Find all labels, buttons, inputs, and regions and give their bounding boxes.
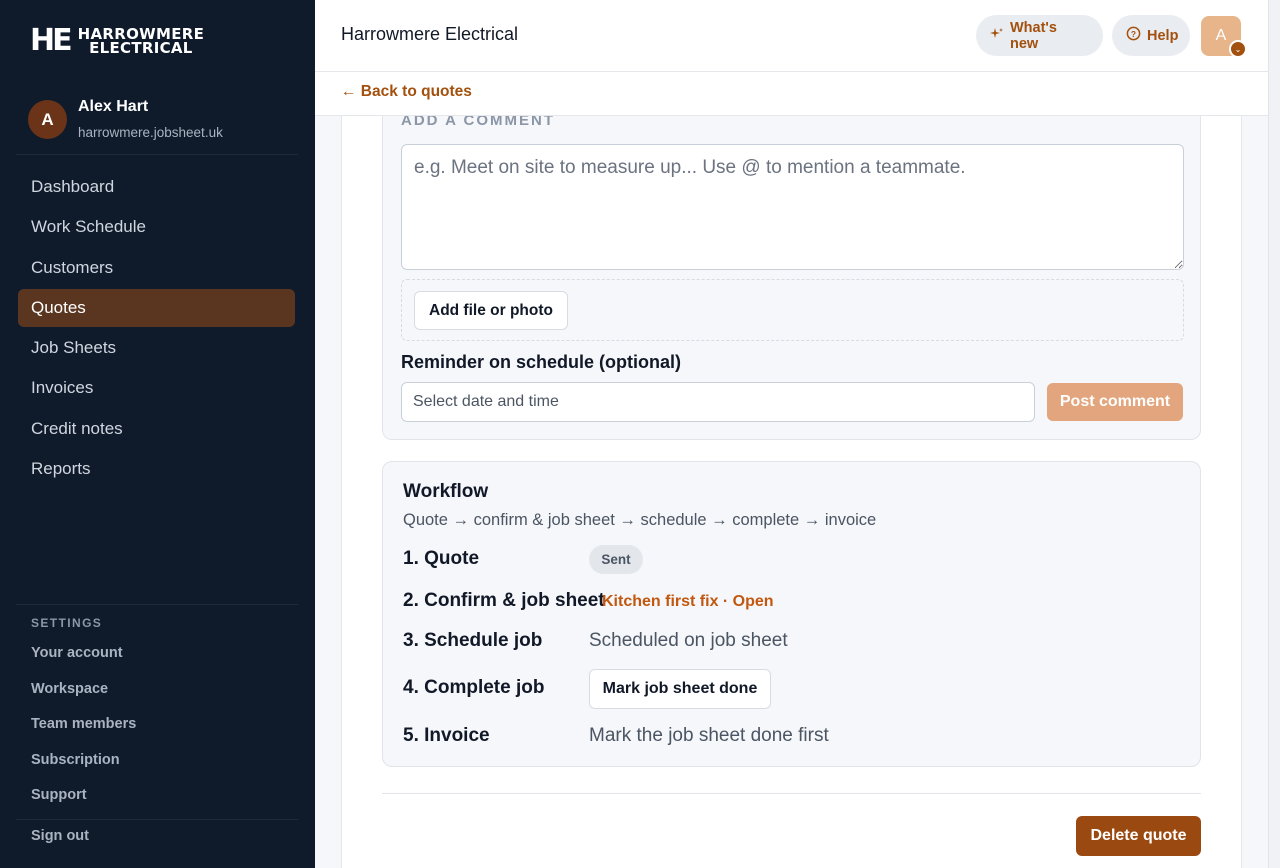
workflow-title: Workflow (403, 481, 489, 502)
reminder-date-input[interactable] (401, 382, 1035, 422)
nav-item-reports[interactable]: Reports (18, 450, 295, 488)
file-drop-zone[interactable]: Add file or photo (401, 279, 1184, 341)
logo-mark: HE (30, 23, 73, 58)
main-nav: Dashboard Work Schedule Customers Quotes… (18, 168, 295, 490)
page-title: Harrowmere Electrical (341, 24, 519, 44)
workflow-step-quote: 1. Quote (403, 548, 480, 569)
avatar-initial: A (1215, 27, 1227, 44)
brand-logo[interactable]: HE HARROWMERE ELECTRICAL (30, 26, 204, 56)
nav-item-credit-notes[interactable]: Credit notes (18, 410, 295, 448)
workflow-step-confirm: 2. Confirm & job sheet (403, 590, 605, 611)
nav-item-work-schedule[interactable]: Work Schedule (18, 208, 295, 246)
sidebar: HE HARROWMERE ELECTRICAL A Alex Hart har… (0, 0, 315, 868)
settings-item-your-account[interactable]: Your account (31, 642, 136, 678)
help-label: Help (1147, 27, 1179, 44)
svg-text:?: ? (1131, 29, 1136, 39)
settings-item-team-members[interactable]: Team members (31, 713, 136, 749)
workflow-step-invoice: 5. Invoice (403, 725, 490, 746)
divider (16, 819, 298, 820)
add-file-button[interactable]: Add file or photo (414, 291, 568, 330)
workflow-card: Workflow Quote → confirm & job sheet → s… (382, 461, 1201, 767)
comment-textarea[interactable] (401, 144, 1184, 270)
settings-item-support[interactable]: Support (31, 784, 136, 820)
workspace-host: harrowmere.jobsheet.uk (78, 125, 223, 140)
sign-out-link[interactable]: Sign out (31, 828, 89, 844)
status-badge: Sent (589, 545, 643, 574)
reminder-label: Reminder on schedule (optional) (401, 352, 682, 372)
settings-item-subscription[interactable]: Subscription (31, 749, 136, 785)
help-icon: ? (1126, 26, 1141, 45)
avatar: A (28, 100, 67, 139)
settings-item-workspace[interactable]: Workspace (31, 678, 136, 714)
post-comment-button[interactable]: Post comment (1047, 383, 1183, 421)
invoice-status: Mark the job sheet done first (589, 725, 829, 746)
nav-item-dashboard[interactable]: Dashboard (18, 168, 295, 206)
nav-item-customers[interactable]: Customers (18, 249, 295, 287)
whats-new-button[interactable]: What's new (976, 15, 1103, 56)
divider (382, 793, 1201, 794)
settings-heading: SETTINGS (31, 616, 103, 630)
nav-item-job-sheets[interactable]: Job Sheets (18, 329, 295, 367)
sparkle-icon (990, 27, 1004, 45)
job-sheet-link[interactable]: Kitchen first fix · Open (602, 593, 774, 611)
divider (16, 604, 298, 605)
logo-wordmark: HARROWMERE ELECTRICAL (78, 27, 205, 57)
whats-new-label: What's new (1010, 19, 1057, 52)
main-content: ADD A COMMENT Add file or photo Reminder… (315, 116, 1268, 868)
delete-quote-button[interactable]: Delete quote (1076, 816, 1201, 856)
workflow-step-complete: 4. Complete job (403, 677, 545, 698)
workflow-step-schedule: 3. Schedule job (403, 630, 543, 651)
nav-item-invoices[interactable]: Invoices (18, 369, 295, 407)
account-avatar-button[interactable]: A ⌄ (1201, 16, 1247, 58)
help-button[interactable]: ? Help (1112, 15, 1190, 56)
add-comment-heading: ADD A COMMENT (401, 116, 556, 129)
settings-nav: Your account Workspace Team members Subs… (31, 642, 136, 820)
nav-item-quotes[interactable]: Quotes (18, 288, 295, 327)
mark-job-sheet-done-button[interactable]: Mark job sheet done (589, 669, 771, 709)
scrollbar-track[interactable] (1268, 0, 1280, 868)
schedule-status: Scheduled on job sheet (589, 630, 788, 651)
logo-line2: ELECTRICAL (89, 39, 193, 57)
top-header: Harrowmere Electrical What's new ? Help … (315, 0, 1268, 72)
back-to-quotes-link[interactable]: ← Back to quotes (341, 83, 472, 101)
user-name: Alex Hart (78, 98, 149, 115)
user-profile[interactable]: A Alex Hart harrowmere.jobsheet.uk (28, 96, 223, 140)
chevron-down-icon: ⌄ (1229, 40, 1247, 58)
divider (16, 154, 298, 155)
add-comment-card: ADD A COMMENT Add file or photo Reminder… (382, 116, 1201, 440)
breadcrumb-bar: ← Back to quotes (315, 72, 1268, 116)
workflow-subtitle: Quote → confirm & job sheet → schedule →… (403, 511, 877, 529)
